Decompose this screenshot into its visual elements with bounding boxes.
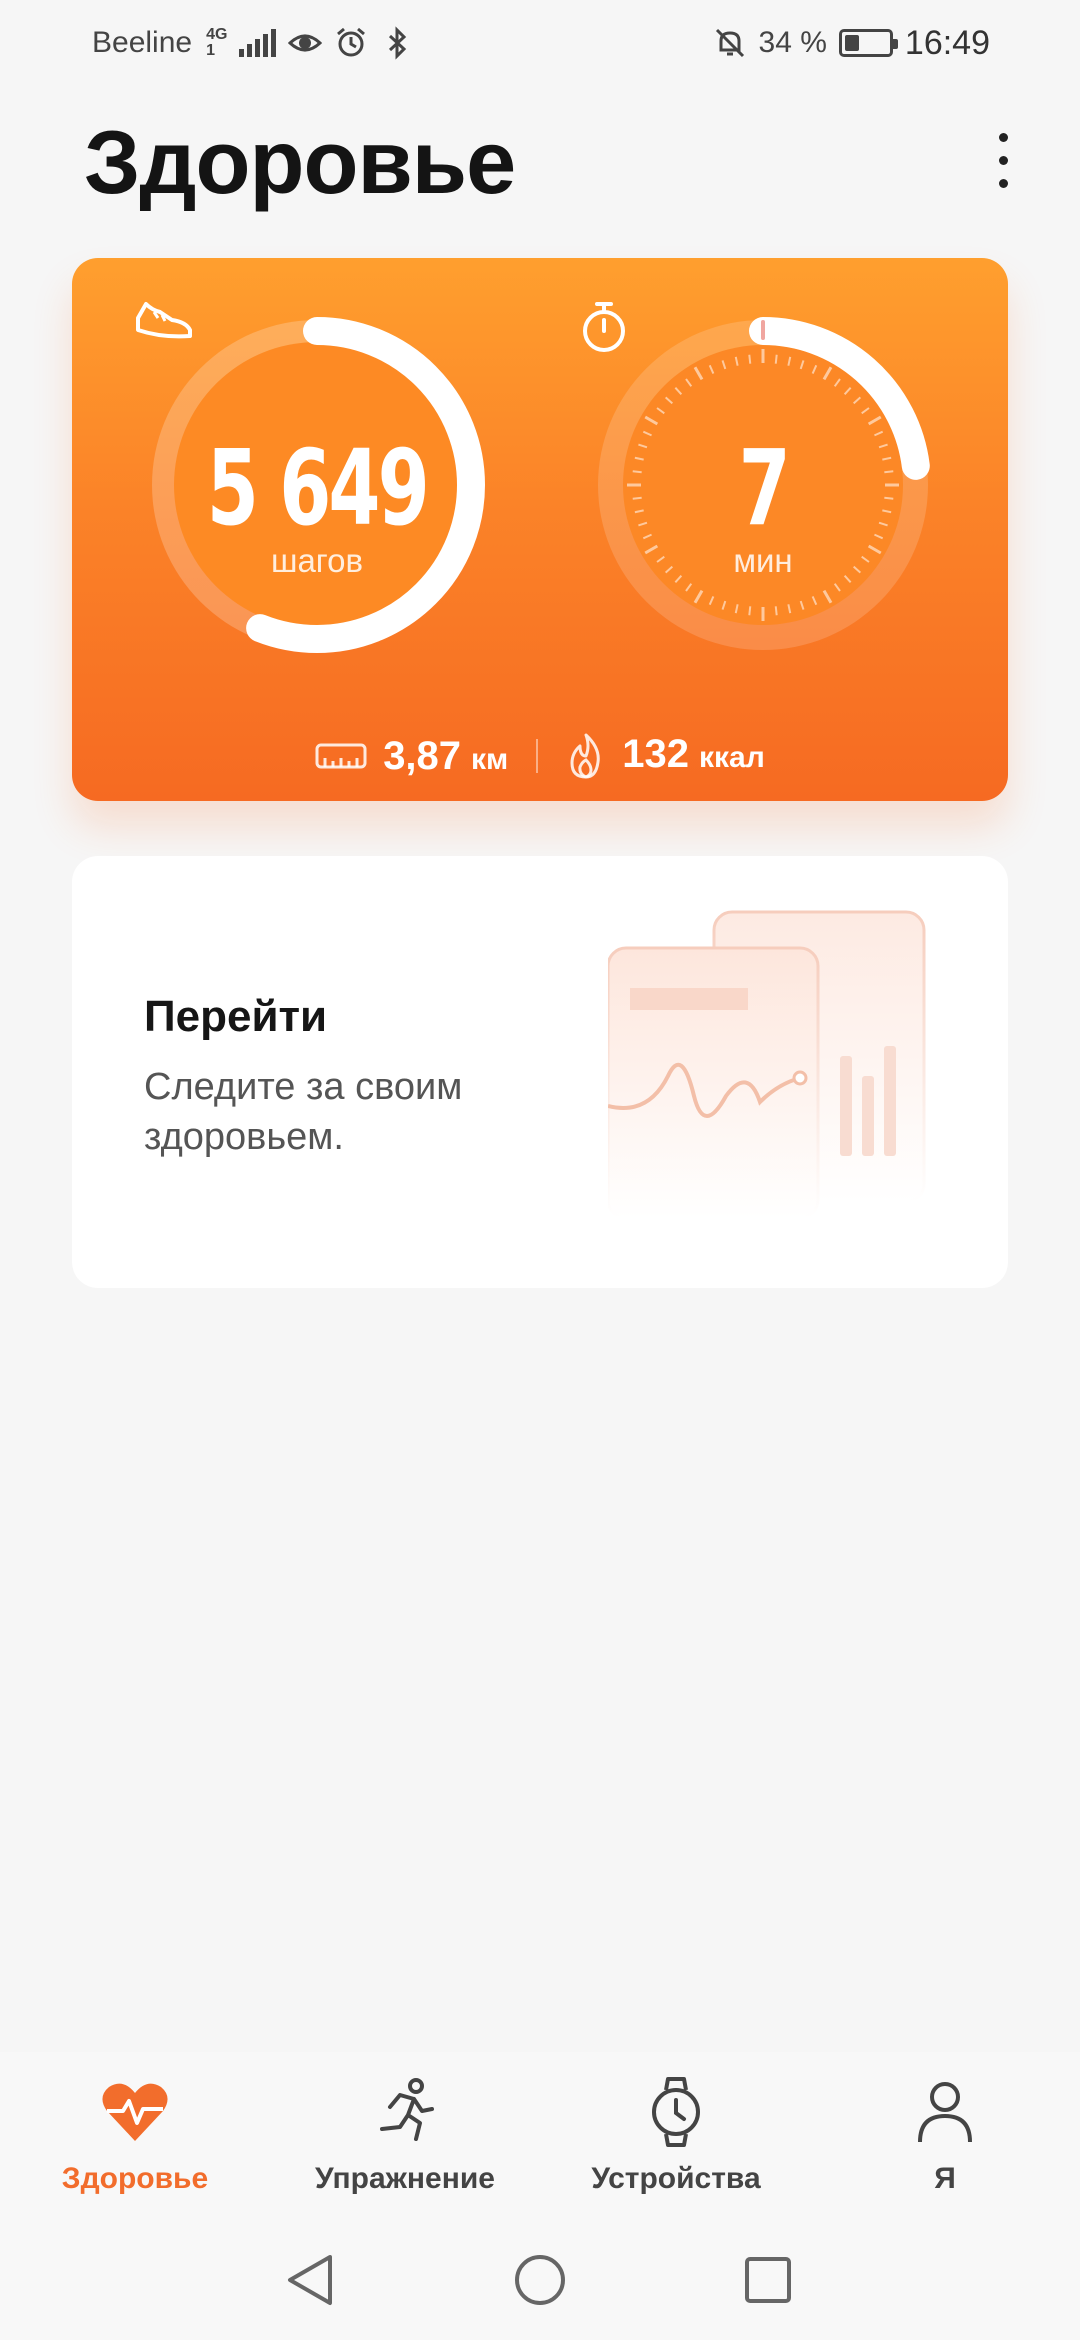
eye-icon	[288, 26, 323, 60]
bluetooth-icon	[380, 26, 414, 60]
carrier-name: Beeline	[92, 26, 193, 59]
person-icon	[916, 2072, 974, 2152]
nav-label-health: Здоровье	[61, 2162, 209, 2195]
nav-label-exercise: Упражнение	[315, 2162, 495, 2195]
running-icon	[372, 2072, 438, 2152]
calories-stat: 132 ккал	[566, 732, 765, 780]
clock: 16:49	[904, 23, 990, 62]
battery-icon	[838, 29, 898, 57]
distance-stat: 3,87 км	[315, 734, 508, 779]
heart-pulse-icon	[101, 2072, 169, 2152]
health-chart-illustration	[606, 906, 948, 1226]
steps-center: 5 649 шагов	[132, 300, 502, 670]
health-promo-card[interactable]: Перейти Следите за своим здоровьем.	[72, 856, 1008, 1288]
divider	[536, 739, 539, 773]
minutes-value: 7	[738, 427, 790, 549]
watch-icon	[650, 2072, 702, 2152]
bottom-navigation: Здоровье Упражнение Устройства Я	[0, 2052, 1080, 2212]
status-right: 34 % 16:49	[713, 24, 990, 63]
minutes-center: 7 мин	[578, 300, 948, 670]
more-vertical-icon[interactable]	[978, 120, 1028, 200]
battery-percent: 34 %	[758, 26, 827, 59]
status-left: Beeline 4G 1	[92, 26, 414, 60]
distance-unit: км	[471, 742, 509, 776]
page-title: Здоровье	[84, 113, 516, 213]
steps-ring[interactable]: 5 649 шагов	[132, 300, 502, 670]
alarm-icon	[334, 26, 368, 60]
steps-value: 5 649	[206, 427, 430, 549]
network-type: 4G 1	[206, 26, 228, 59]
activity-summary: 3,87 км 132 ккал	[72, 716, 1008, 796]
minutes-ring[interactable]: 7 мин	[578, 300, 948, 670]
nav-item-exercise[interactable]: Упражнение	[285, 2072, 525, 2196]
promo-title: Перейти	[144, 992, 328, 1041]
system-navigation	[0, 2212, 1080, 2340]
bell-off-icon	[713, 26, 747, 60]
signal-icon	[239, 29, 277, 57]
back-icon[interactable]	[280, 2250, 340, 2310]
nav-label-devices: Устройства	[591, 2162, 761, 2195]
status-bar: Beeline 4G 1 34 % 16:49	[0, 0, 1080, 86]
nav-item-me[interactable]: Я	[825, 2072, 1065, 2196]
home-icon[interactable]	[510, 2250, 570, 2310]
promo-text: Следите за своим здоровьем.	[144, 1066, 463, 1158]
calories-value: 132	[622, 732, 690, 776]
nav-item-devices[interactable]: Устройства	[556, 2072, 796, 2196]
ruler-icon	[315, 741, 367, 771]
nav-item-health[interactable]: Здоровье	[15, 2072, 255, 2196]
distance-value: 3,87	[383, 733, 462, 778]
nav-label-me: Я	[934, 2162, 956, 2195]
calories-unit: ккал	[699, 741, 765, 774]
activity-card[interactable]: 5 649 шагов 7 мин 3,87 км 132 ккал	[72, 258, 1008, 801]
recents-icon[interactable]	[738, 2250, 798, 2310]
flame-icon	[566, 732, 606, 780]
